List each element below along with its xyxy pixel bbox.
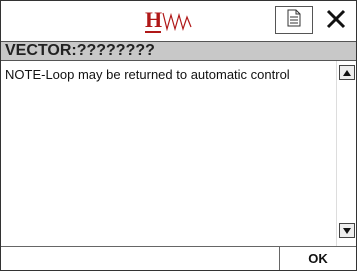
close-button[interactable] bbox=[319, 6, 353, 36]
ok-button[interactable]: OK bbox=[279, 247, 356, 270]
scroll-down-button[interactable] bbox=[339, 223, 355, 238]
document-icon bbox=[287, 9, 301, 32]
message-area: NOTE-Loop may be returned to automatic c… bbox=[1, 61, 336, 246]
h-wave-logo-icon: H bbox=[141, 7, 209, 35]
close-icon bbox=[325, 8, 347, 35]
vector-header: VECTOR:???????? bbox=[1, 41, 356, 61]
vertical-scrollbar[interactable] bbox=[336, 61, 356, 246]
scroll-up-button[interactable] bbox=[339, 65, 355, 80]
title-bar: H bbox=[1, 1, 356, 41]
logo-letter: H bbox=[145, 7, 162, 32]
dialog-footer: OK bbox=[1, 246, 356, 270]
arrow-up-icon bbox=[342, 64, 352, 82]
dialog-window: H VECTOR:???????? NOTE-Loop may be retur… bbox=[0, 0, 357, 271]
message-text: NOTE-Loop may be returned to automatic c… bbox=[5, 67, 290, 82]
document-button[interactable] bbox=[275, 6, 313, 34]
arrow-down-icon bbox=[342, 222, 352, 240]
